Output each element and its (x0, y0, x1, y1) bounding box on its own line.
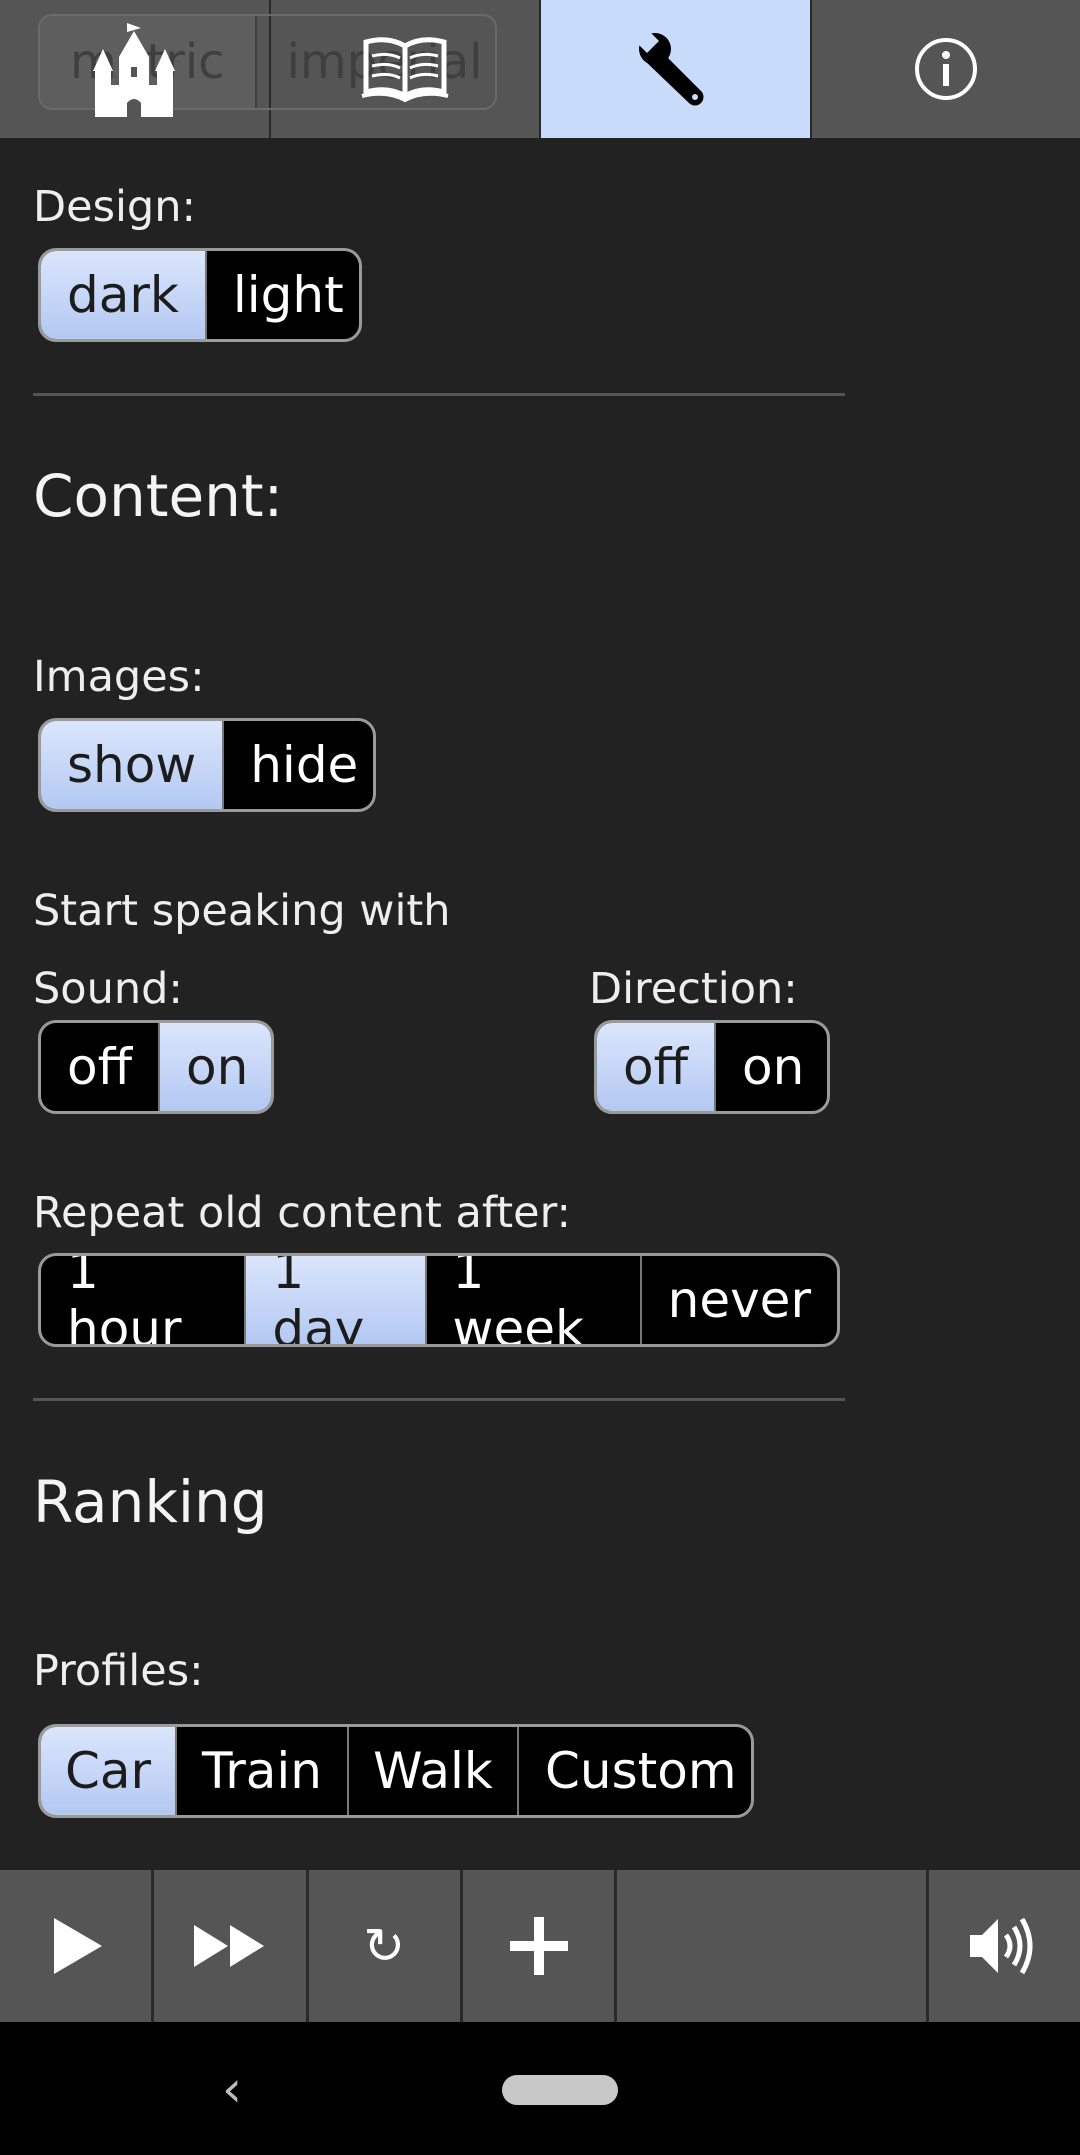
divider (33, 393, 845, 396)
sound-switch: off on (38, 1020, 274, 1114)
sound-option-on[interactable]: on (160, 1023, 271, 1111)
top-tab-bar: metric imperial (0, 0, 1080, 138)
home-pill[interactable] (502, 2075, 618, 2105)
images-switch: show hide (38, 718, 376, 812)
back-icon[interactable]: ‹ (222, 2060, 242, 2118)
system-nav-bar: ‹ (0, 2022, 1080, 2155)
repeat-button[interactable]: ↻ (309, 1870, 463, 2022)
design-option-dark[interactable]: dark (41, 251, 207, 339)
player-bar: ↻ (0, 1870, 1080, 2022)
fast-forward-icon (193, 1925, 264, 1967)
info-icon (914, 38, 977, 100)
book-icon (361, 37, 449, 103)
player-spacer (617, 1870, 929, 2022)
profile-option-walk[interactable]: Walk (349, 1727, 519, 1815)
images-label: Images: (33, 652, 205, 702)
repeat-icon: ↻ (363, 1917, 406, 1975)
play-icon (53, 1918, 102, 1974)
volume-icon (970, 1917, 1033, 1975)
castle-icon (93, 23, 176, 117)
repeat-switch: 1 hour 1 day 1 week never (38, 1253, 840, 1347)
volume-button[interactable] (929, 1870, 1080, 2022)
add-button[interactable] (463, 1870, 618, 2022)
add-icon (509, 1917, 568, 1975)
tab-settings[interactable] (541, 0, 812, 138)
sound-label: Sound: (33, 964, 183, 1014)
wrench-icon (637, 31, 704, 106)
direction-option-on[interactable]: on (716, 1023, 827, 1111)
divider (33, 1398, 845, 1401)
images-option-hide[interactable]: hide (224, 721, 373, 809)
play-button[interactable] (0, 1870, 155, 2022)
design-switch: dark light (38, 248, 362, 342)
profile-option-custom[interactable]: Custom (519, 1727, 751, 1815)
tab-info[interactable] (812, 0, 1080, 138)
repeat-option-never[interactable]: never (642, 1256, 837, 1344)
profiles-label: Profiles: (33, 1646, 204, 1696)
start-speaking-label: Start speaking with (33, 886, 451, 936)
direction-option-off[interactable]: off (597, 1023, 717, 1111)
repeat-option-1-week[interactable]: 1 week (427, 1256, 642, 1344)
profiles-switch: Car Train Walk Custom (38, 1724, 754, 1818)
design-option-light[interactable]: light (207, 251, 359, 339)
images-option-show[interactable]: show (41, 721, 225, 809)
sound-option-off[interactable]: off (41, 1023, 161, 1111)
repeat-label: Repeat old content after: (33, 1188, 572, 1238)
profile-option-train[interactable]: Train (177, 1727, 349, 1815)
fast-forward-button[interactable] (154, 1870, 309, 2022)
design-label: Design: (33, 182, 196, 232)
repeat-option-1-day[interactable]: 1 day (246, 1256, 427, 1344)
direction-label: Direction: (589, 964, 798, 1014)
content-heading: Content: (33, 462, 284, 530)
ranking-heading: Ranking (33, 1468, 268, 1536)
profile-option-car[interactable]: Car (41, 1727, 177, 1815)
repeat-option-1-hour[interactable]: 1 hour (41, 1256, 247, 1344)
direction-switch: off on (594, 1020, 830, 1114)
